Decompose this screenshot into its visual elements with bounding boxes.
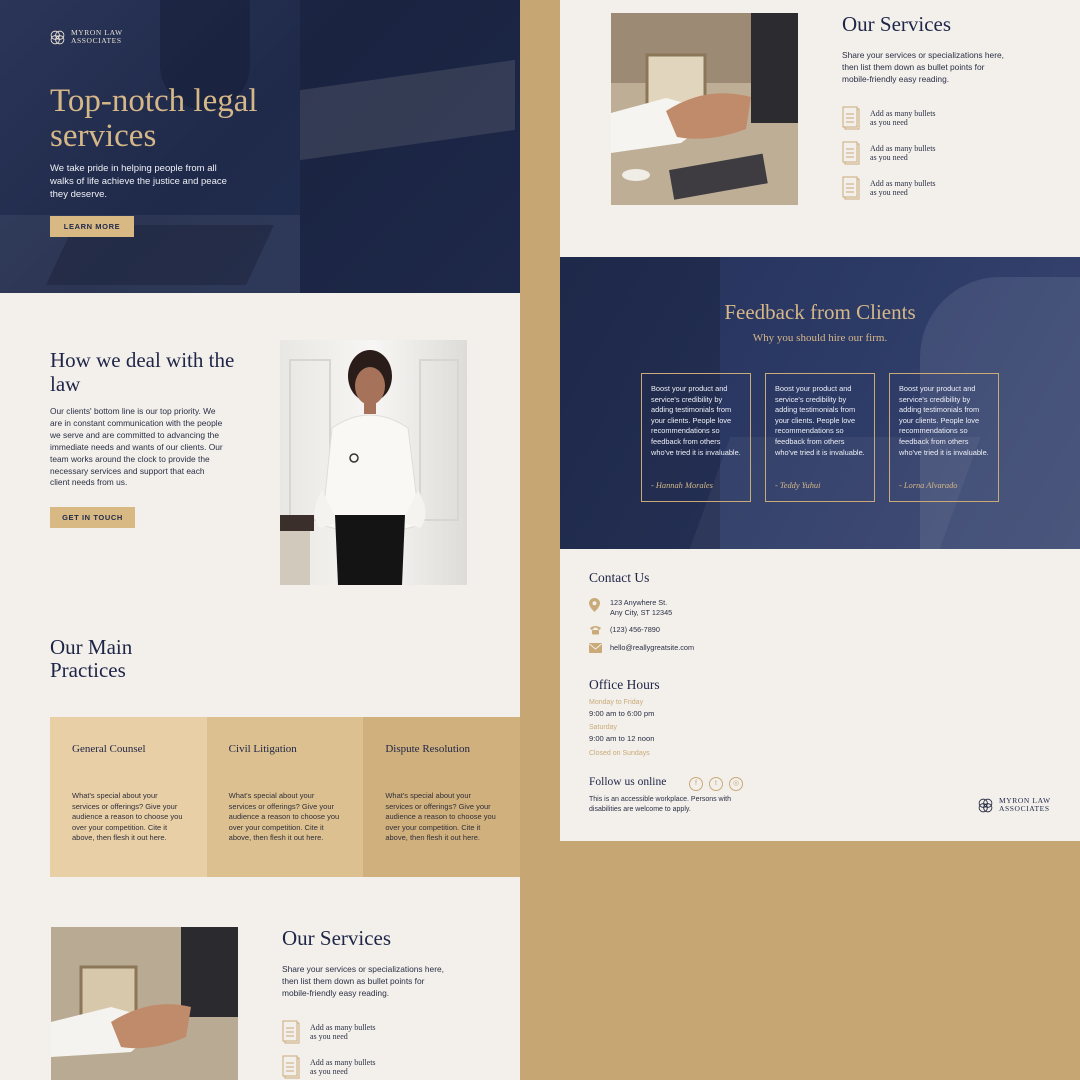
testimonial-author: - Teddy Yuhui [775,481,821,490]
instagram-icon[interactable]: ◎ [729,777,743,791]
logo-text: MYRON LAW ASSOCIATES [999,796,1051,813]
feedback-subtitle: Why you should hire our firm. [752,332,888,344]
practices-grid: General Counsel What's special about you… [50,717,520,877]
practice-title: Dispute Resolution [385,743,470,755]
hero-text: We take pride in helping people from all… [50,163,227,200]
services-title: Our Services [842,12,952,36]
testimonial-text: Boost your product and service's credibi… [899,384,989,457]
testimonial-card: Boost your product and service's credibi… [641,373,751,502]
hours-weekday-label: Monday to Friday [589,699,644,706]
testimonial-author: - Hannah Morales [651,481,713,490]
practice-card-civil-litigation[interactable]: Civil Litigation What's special about yo… [206,717,364,877]
testimonial-card: Boost your product and service's credibi… [889,373,999,502]
lawyer-portrait-image [280,340,467,585]
practice-card-general-counsel[interactable]: General Counsel What's special about you… [50,717,207,877]
email-icon [589,643,602,653]
practice-text: What's special about your services or of… [72,791,183,842]
contact-address: 123 Anywhere St. Any City, ST 12345 [589,598,672,618]
handshake-image [51,927,238,1080]
contact-email[interactable]: hello@reallygreatsite.com [589,643,694,653]
services-text: Share your services or specializations h… [842,50,1004,84]
logo-text: MYRON LAW ASSOCIATES [71,28,123,45]
location-pin-icon [589,598,600,612]
practice-text: What's special about your services or of… [228,791,340,842]
phone-icon [590,626,601,635]
testimonial-card: Boost your product and service's credibi… [765,373,875,502]
document-icon [282,1055,300,1079]
left-page: MYRON LAW ASSOCIATES Top-notch legal ser… [0,0,520,1080]
follow-title: Follow us online [589,776,667,788]
practice-text: What's special about your services or of… [385,791,496,842]
logo-icon [978,798,993,812]
service-bullet: Add as many bullets as you need [282,1020,400,1044]
logo[interactable]: MYRON LAW ASSOCIATES [50,29,123,45]
deal-title: How we deal with the law [50,348,235,396]
service-bullet: Add as many bullets as you need [282,1055,400,1079]
hero-title: Top-notch legal services [50,83,258,154]
document-icon [282,1020,300,1044]
hero-section: MYRON LAW ASSOCIATES Top-notch legal ser… [0,0,520,293]
logo-icon [50,30,65,44]
accessibility-note: This is an accessible workplace. Persons… [589,796,732,813]
hours-saturday-label: Saturday [589,724,618,731]
service-bullet: Add as many bullets as you need [842,141,960,165]
facebook-icon[interactable]: f [689,777,703,791]
twitter-icon[interactable]: t [709,777,723,791]
hours-saturday-value: 9:00 am to 12 noon [589,734,655,743]
services-text: Share your services or specializations h… [282,964,444,998]
learn-more-button[interactable]: LEARN MORE [50,216,134,237]
document-icon [842,106,860,130]
practices-title: Our Main Practices [50,635,133,682]
testimonial-author: - Lorna Alvarado [899,481,958,490]
get-in-touch-button[interactable]: GET IN TOUCH [50,507,135,528]
document-icon [842,176,860,200]
document-icon [842,141,860,165]
feedback-title: Feedback from Clients [724,300,916,324]
handshake-image [611,13,798,205]
hours-sunday-label: Closed on Sundays [589,750,650,757]
contact-phone[interactable]: (123) 456-7890 [589,625,660,635]
footer-logo[interactable]: MYRON LAW ASSOCIATES [978,797,1051,813]
service-bullet: Add as many bullets as you need [842,106,960,130]
deal-text: Our clients' bottom line is our top prio… [50,406,223,488]
hours-weekday-value: 9:00 am to 6:00 pm [589,709,655,718]
contact-title: Contact Us [589,570,650,585]
testimonial-text: Boost your product and service's credibi… [775,384,865,457]
testimonial-text: Boost your product and service's credibi… [651,384,741,457]
service-bullet: Add as many bullets as you need [842,176,960,200]
office-hours-title: Office Hours [589,677,660,692]
practice-card-dispute-resolution[interactable]: Dispute Resolution What's special about … [363,717,520,877]
practice-title: Civil Litigation [228,743,297,755]
services-title: Our Services [282,926,392,950]
practice-title: General Counsel [72,743,146,755]
